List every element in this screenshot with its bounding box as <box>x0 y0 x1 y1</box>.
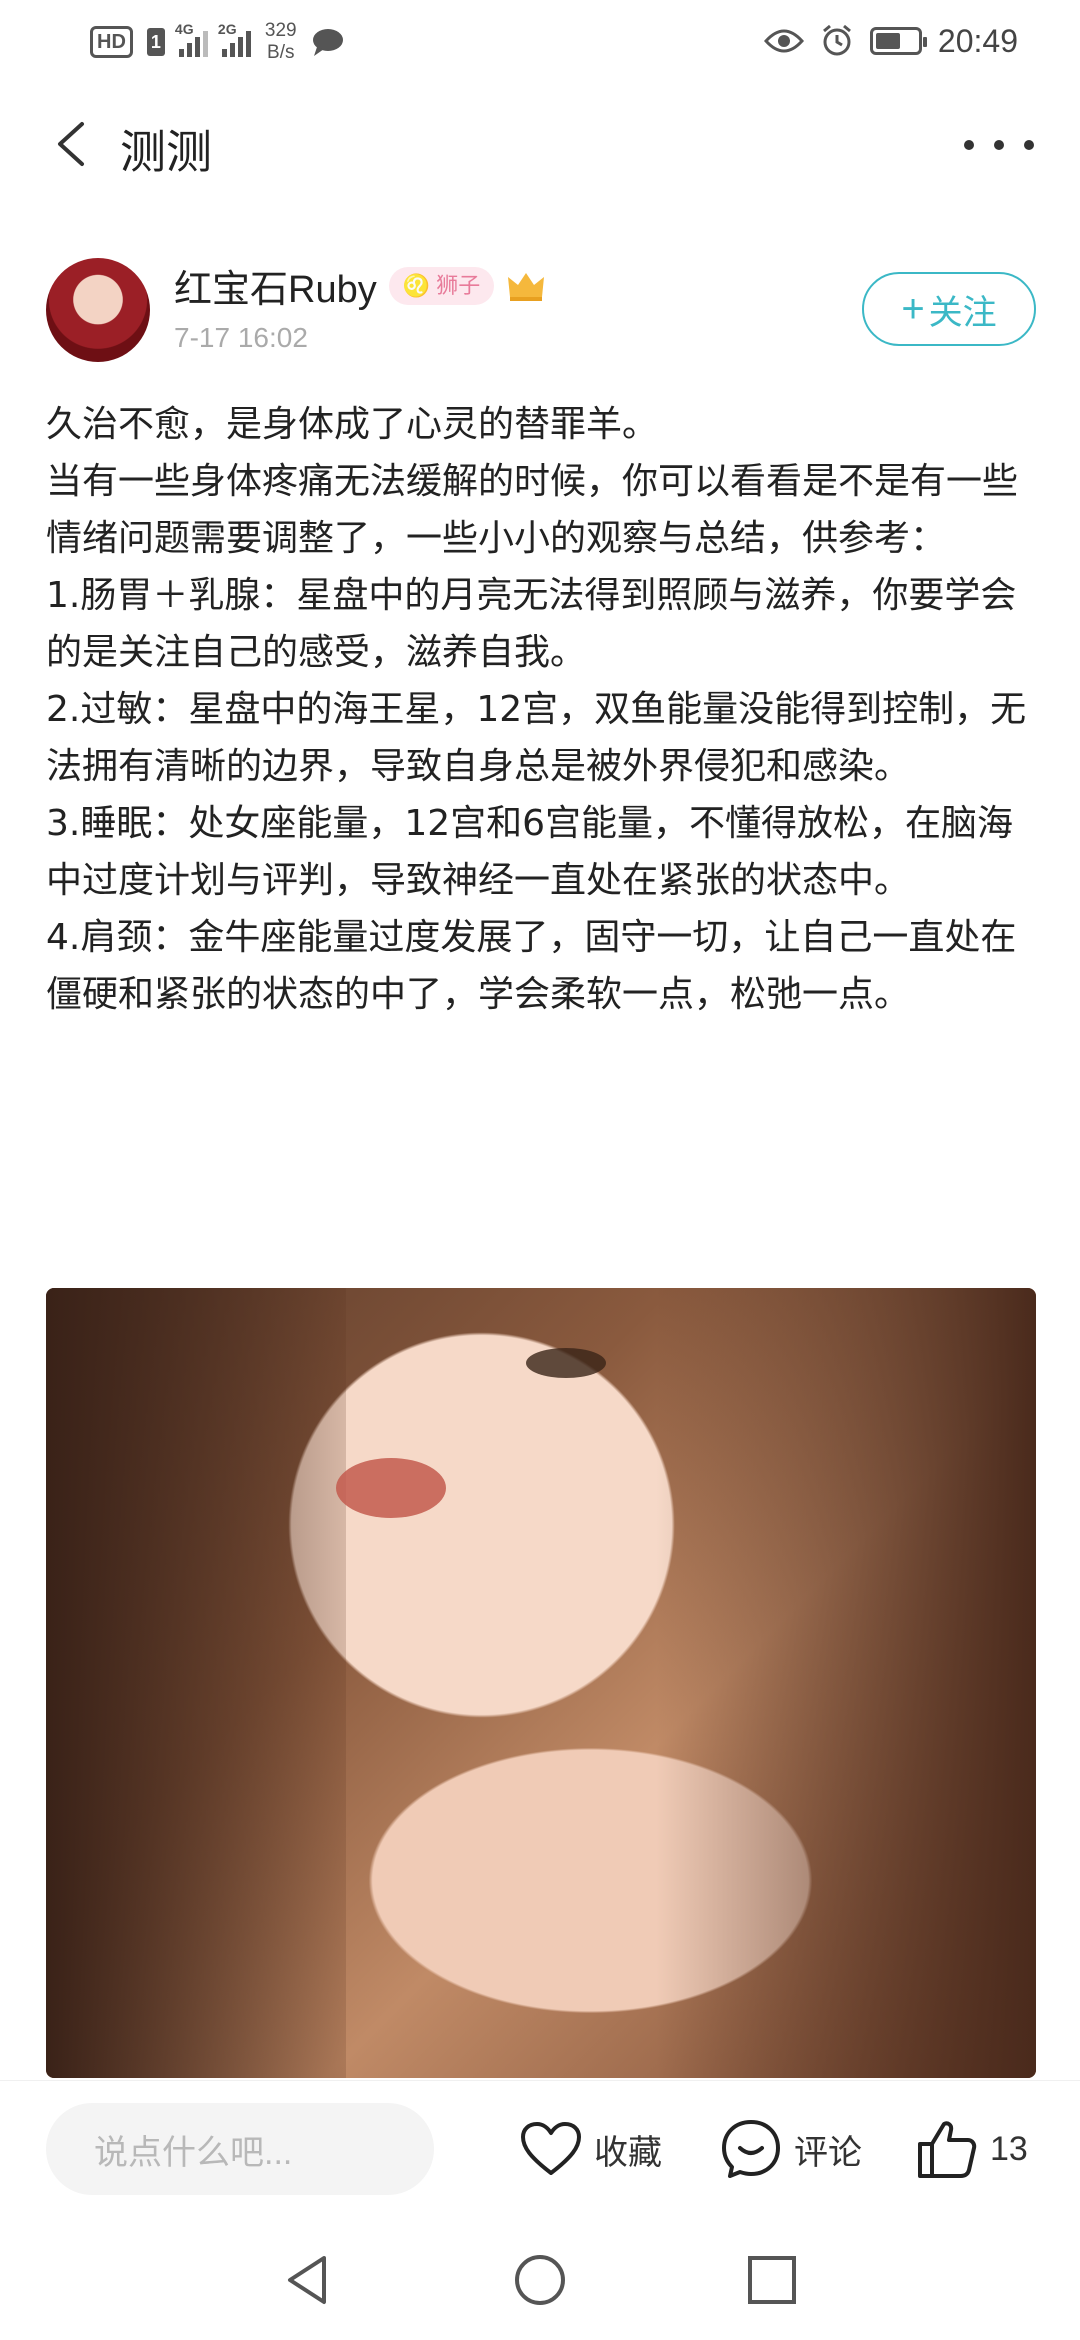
nav-home-icon[interactable] <box>512 2252 568 2308</box>
post-paragraph: 2.过敏：星盘中的海王星，12宫，双鱼能量没能得到控制，无法拥有清晰的边界，导致… <box>46 689 1027 787</box>
image-hair-left <box>46 1288 346 2078</box>
zodiac-badge: ♌ 狮子 <box>388 266 495 305</box>
collect-button[interactable]: 收藏 <box>520 2111 662 2187</box>
battery-icon <box>869 27 927 55</box>
nav-bar: 测测 <box>0 96 1080 192</box>
network-speed: 329 B/s <box>265 20 297 64</box>
post-paragraph: 当有一些身体疼痛无法缓解的时候，你可以看看是不是有一些情绪问题需要调整了，一些小… <box>46 461 1019 559</box>
back-button[interactable] <box>46 114 106 174</box>
nav-back-icon[interactable] <box>280 2252 336 2308</box>
alarm-icon <box>822 24 851 56</box>
post-paragraph: 1.肠胃＋乳腺：星盘中的月亮无法得到照顾与滋养，你要学会的是关注自己的感受，滋养… <box>46 575 1017 673</box>
collect-label: 收藏 <box>594 2133 662 2172</box>
comment-label: 评论 <box>794 2133 862 2172</box>
more-options-button[interactable] <box>964 120 1034 170</box>
bottom-action-bar: 说点什么吧... 收藏 评论 13 <box>0 2080 1080 2220</box>
status-bar-right: 20:49 <box>763 18 1018 64</box>
author-name[interactable]: 红宝石Ruby <box>174 258 377 313</box>
more-dot-icon <box>1024 140 1034 150</box>
crown-icon <box>508 272 545 301</box>
message-icon <box>312 29 343 56</box>
image-lips <box>336 1458 446 1518</box>
heart-icon <box>521 2122 581 2175</box>
status-bar-left: HD 1 4G 2G 329 B/s <box>90 20 345 64</box>
comment-button[interactable]: 评论 <box>720 2111 862 2187</box>
post-paragraph: 3.睡眠：处女座能量，12宫和6宫能量，不懂得放松，在脑海中过度计划与评判，导致… <box>46 803 1014 901</box>
status-time: 20:49 <box>937 22 1018 59</box>
network-speed-unit: B/s <box>267 42 295 63</box>
nav-recents-icon[interactable] <box>744 2252 800 2308</box>
eye-icon <box>763 29 804 53</box>
comment-input[interactable]: 说点什么吧... <box>46 2103 434 2195</box>
like-button[interactable]: 13 <box>916 2111 1028 2187</box>
page-title: 测测 <box>120 126 212 178</box>
post-content: 久治不愈，是身体成了心灵的替罪羊。 当有一些身体疼痛无法缓解的时候，你可以看看是… <box>46 396 1036 1023</box>
system-nav-bar <box>0 2220 1080 2340</box>
post-image[interactable] <box>46 1288 1036 2078</box>
more-dot-icon <box>964 140 974 150</box>
follow-button[interactable]: + 关注 <box>862 272 1036 346</box>
author-info: 红宝石Ruby ♌ 狮子 <box>174 258 546 313</box>
post-paragraph: 久治不愈，是身体成了心灵的替罪羊。 <box>46 404 659 445</box>
more-dot-icon <box>994 140 1004 150</box>
network-speed-value: 329 <box>264 20 297 41</box>
thumbs-up-icon <box>918 2121 977 2178</box>
signal-4g-icon: 4G <box>175 21 208 57</box>
hd-indicator: HD <box>90 26 133 58</box>
plus-icon: + <box>901 287 925 331</box>
like-count: 13 <box>990 2129 1028 2168</box>
sim-indicator: 1 <box>146 28 165 56</box>
image-eye <box>526 1348 606 1378</box>
signal-4g-label: 4G <box>174 21 194 37</box>
author-avatar[interactable] <box>46 258 150 362</box>
post-timestamp: 7-17 16:02 <box>174 322 308 353</box>
post-header: 红宝石Ruby ♌ 狮子 7-17 16:02 + 关注 <box>46 258 1036 362</box>
image-hair-right <box>656 1288 1036 2078</box>
signal-2g-label: 2G <box>217 21 237 37</box>
signal-2g-icon: 2G <box>218 21 251 57</box>
comment-bubble-icon <box>722 2120 780 2178</box>
chevron-left-icon <box>58 122 84 166</box>
status-bar: HD 1 4G 2G 329 B/s 20:49 <box>0 0 1080 84</box>
follow-label: 关注 <box>928 293 997 332</box>
post-paragraph: 4.肩颈：金牛座能量过度发展了，固守一切，让自己一直处在僵硬和紧张的状态的中了，… <box>46 917 1017 1015</box>
